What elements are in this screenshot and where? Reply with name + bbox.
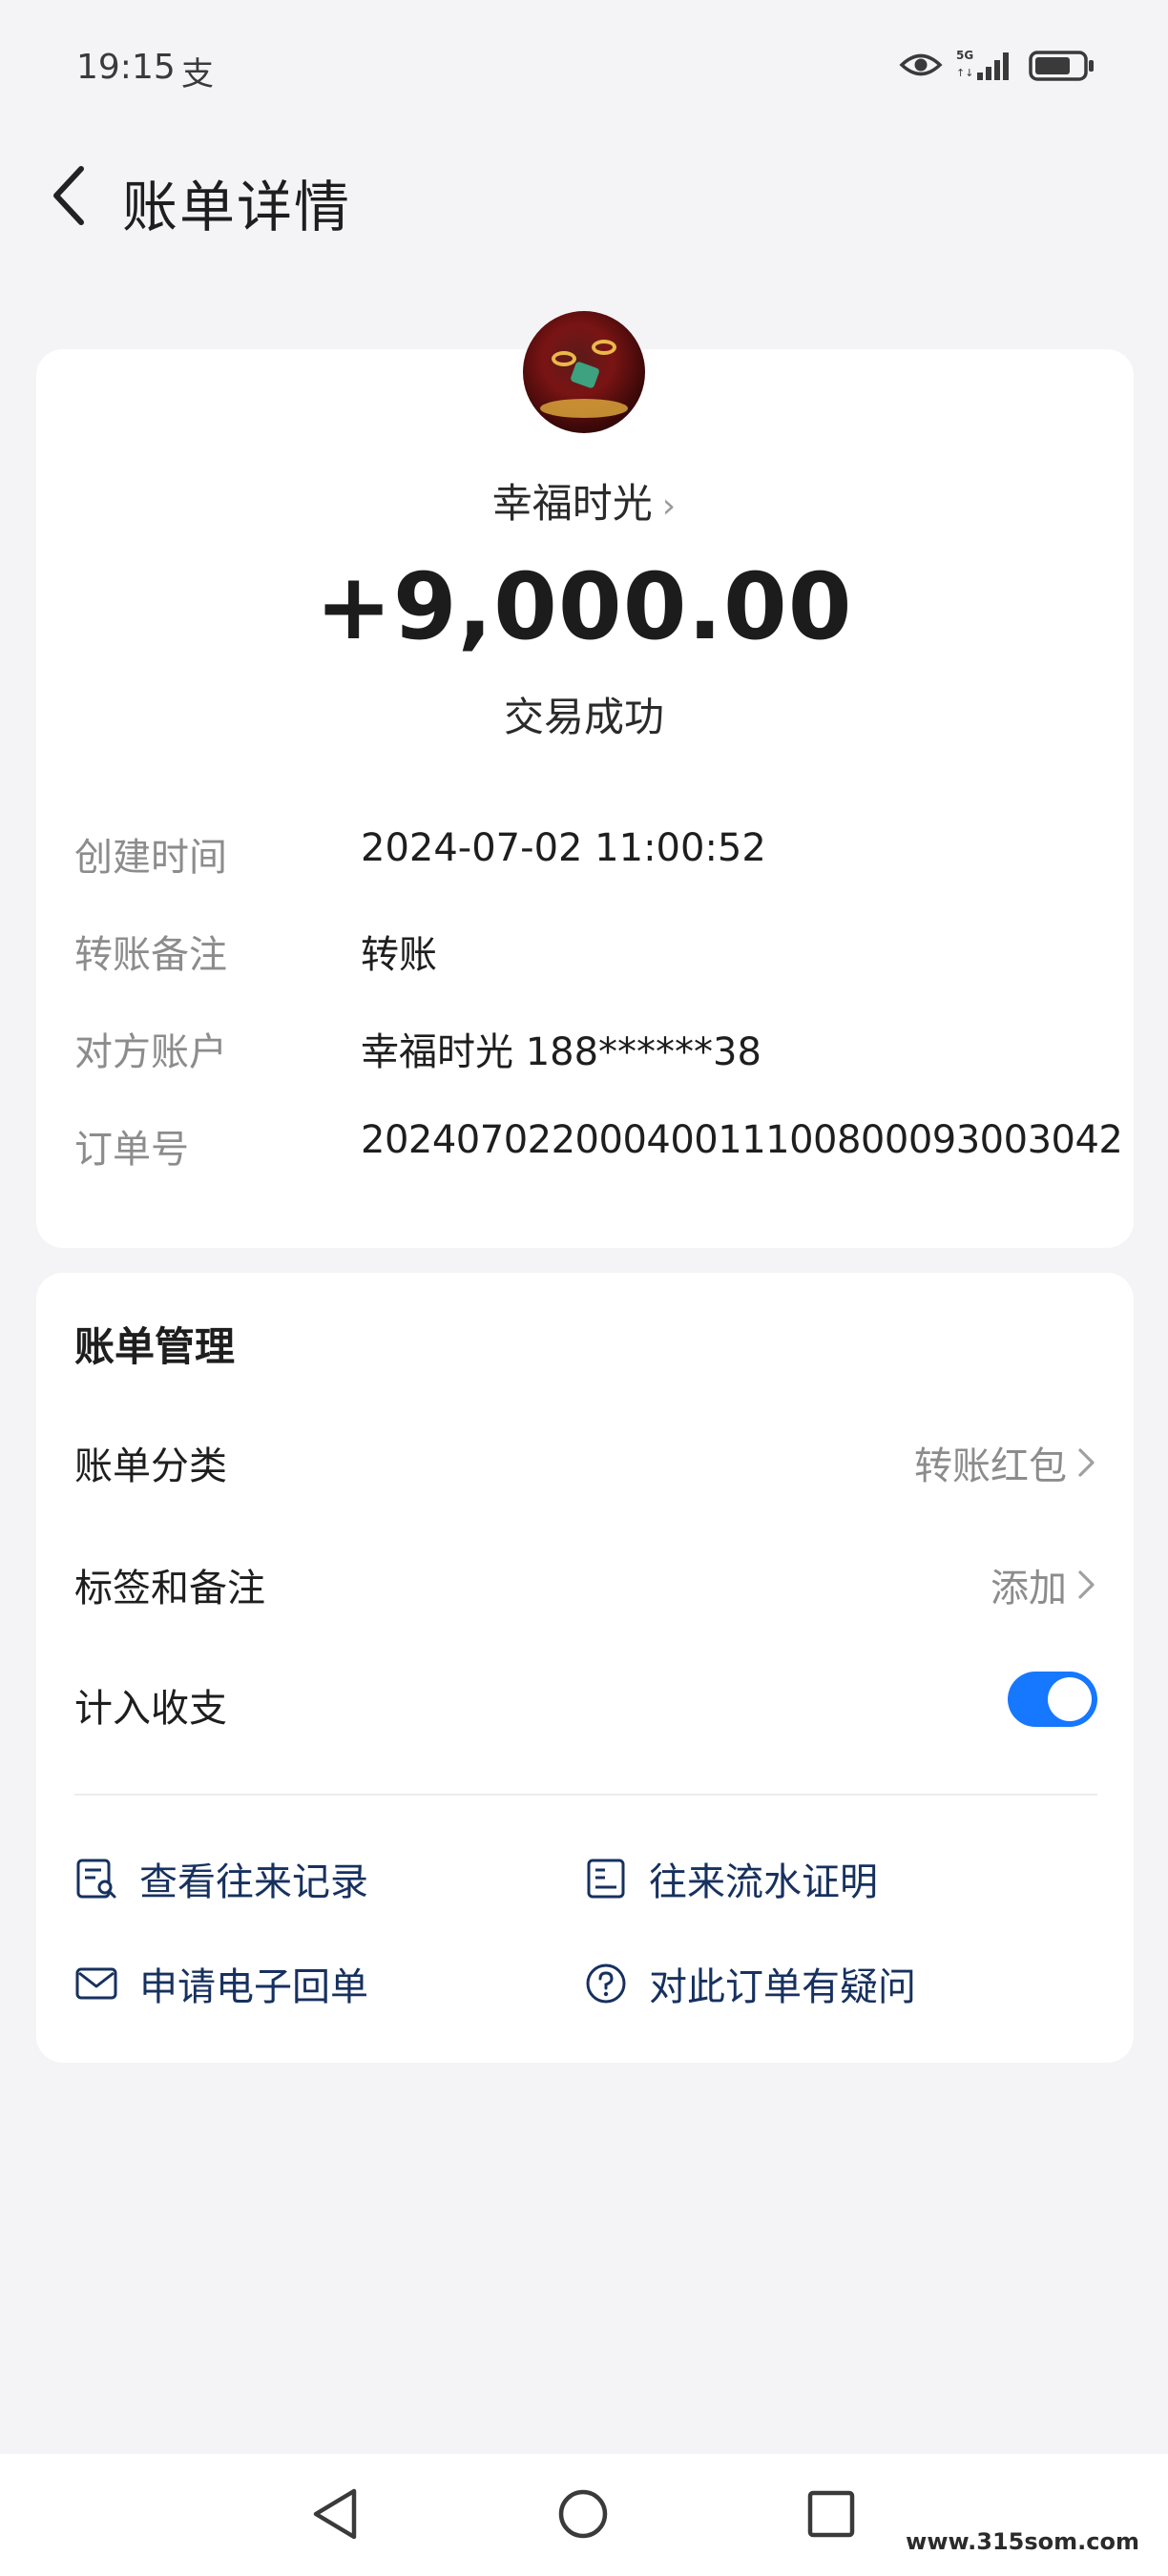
manage-label: 标签和备注 bbox=[74, 1567, 265, 1610]
back-button[interactable] bbox=[34, 162, 101, 229]
action-label: 往来流水证明 bbox=[649, 1860, 878, 1904]
toggle-knob bbox=[1048, 1677, 1092, 1721]
signal-icon: 5G ↑↓ bbox=[956, 49, 1009, 80]
section-title: 账单管理 bbox=[74, 1323, 236, 1370]
avatar[interactable] bbox=[523, 311, 645, 433]
payee-name: 幸福时光 bbox=[491, 480, 653, 527]
detail-label: 订单号 bbox=[74, 1128, 189, 1172]
nav-back-button[interactable] bbox=[303, 2483, 366, 2545]
battery-icon bbox=[1029, 51, 1094, 81]
count-in-toggle[interactable] bbox=[1008, 1672, 1097, 1727]
transaction-status: 交易成功 bbox=[503, 694, 664, 740]
page-title: 账单详情 bbox=[122, 175, 352, 239]
question-icon bbox=[586, 1963, 626, 2004]
action-label: 查看往来记录 bbox=[139, 1860, 368, 1904]
status-time: 19:15 bbox=[76, 48, 176, 87]
status-bar: 19:15 支 5G ↑↓ bbox=[0, 0, 1168, 134]
circle-home-icon bbox=[558, 2489, 608, 2539]
manage-label: 计入收支 bbox=[74, 1687, 227, 1731]
detail-label: 对方账户 bbox=[74, 1030, 227, 1074]
transaction-amount: +9,000.00 bbox=[315, 553, 853, 660]
divider bbox=[74, 1794, 1097, 1796]
detail-label: 创建时间 bbox=[74, 836, 227, 880]
alipay-status-icon: 支 bbox=[181, 55, 214, 93]
nav-home-button[interactable] bbox=[552, 2483, 615, 2545]
order-question-button[interactable]: 对此订单有疑问 bbox=[584, 1956, 916, 2011]
status-icons: 5G ↑↓ bbox=[899, 48, 1095, 82]
nav-recents-button[interactable] bbox=[800, 2483, 863, 2545]
detail-value: 2024-07-02 11:00:52 bbox=[361, 826, 766, 870]
flow-proof-button[interactable]: 往来流水证明 bbox=[584, 1851, 878, 1906]
action-label: 对此订单有疑问 bbox=[649, 1965, 916, 2009]
bill-category-row[interactable]: 账单分类 转账红包 bbox=[74, 1435, 1097, 1492]
detail-value: 幸福时光 188******38 bbox=[361, 1030, 761, 1074]
manage-label: 账单分类 bbox=[74, 1444, 227, 1488]
header: 账单详情 bbox=[0, 134, 1168, 258]
tags-value: 添加 bbox=[991, 1567, 1067, 1610]
record-search-icon bbox=[76, 1859, 116, 1899]
svg-text:↑↓: ↑↓ bbox=[956, 67, 973, 79]
tags-and-notes-row[interactable]: 标签和备注 添加 bbox=[74, 1557, 1097, 1614]
document-icon bbox=[587, 1859, 625, 1899]
bill-management-card bbox=[36, 1273, 1134, 2063]
watermark: www.315som.com bbox=[906, 2528, 1139, 2555]
category-value: 转账红包 bbox=[914, 1444, 1067, 1488]
detail-value[interactable]: 2024070220004001110080009300​3042 bbox=[361, 1118, 1123, 1162]
triangle-back-icon bbox=[313, 2488, 357, 2540]
chevron-right-icon bbox=[1078, 1570, 1095, 1599]
count-in-income-expense-row: 计入收支 bbox=[74, 1672, 1097, 1735]
square-recents-icon bbox=[807, 2490, 855, 2538]
chevron-right-icon: › bbox=[661, 487, 677, 526]
chevron-right-icon bbox=[1078, 1448, 1095, 1477]
back-arrow-icon bbox=[53, 166, 84, 225]
envelope-icon bbox=[75, 1967, 117, 2000]
e-receipt-button[interactable]: 申请电子回单 bbox=[74, 1956, 368, 2011]
payee-name-link[interactable]: 幸福时光 › bbox=[0, 471, 1168, 530]
svg-text:5G: 5G bbox=[956, 49, 973, 62]
view-records-button[interactable]: 查看往来记录 bbox=[74, 1851, 368, 1906]
detail-label: 转账备注 bbox=[74, 933, 227, 977]
action-label: 申请电子回单 bbox=[139, 1965, 368, 2009]
eye-icon bbox=[899, 53, 943, 76]
system-navigation-bar: www.315som.com bbox=[0, 2454, 1168, 2576]
detail-value: 转账 bbox=[361, 933, 437, 977]
